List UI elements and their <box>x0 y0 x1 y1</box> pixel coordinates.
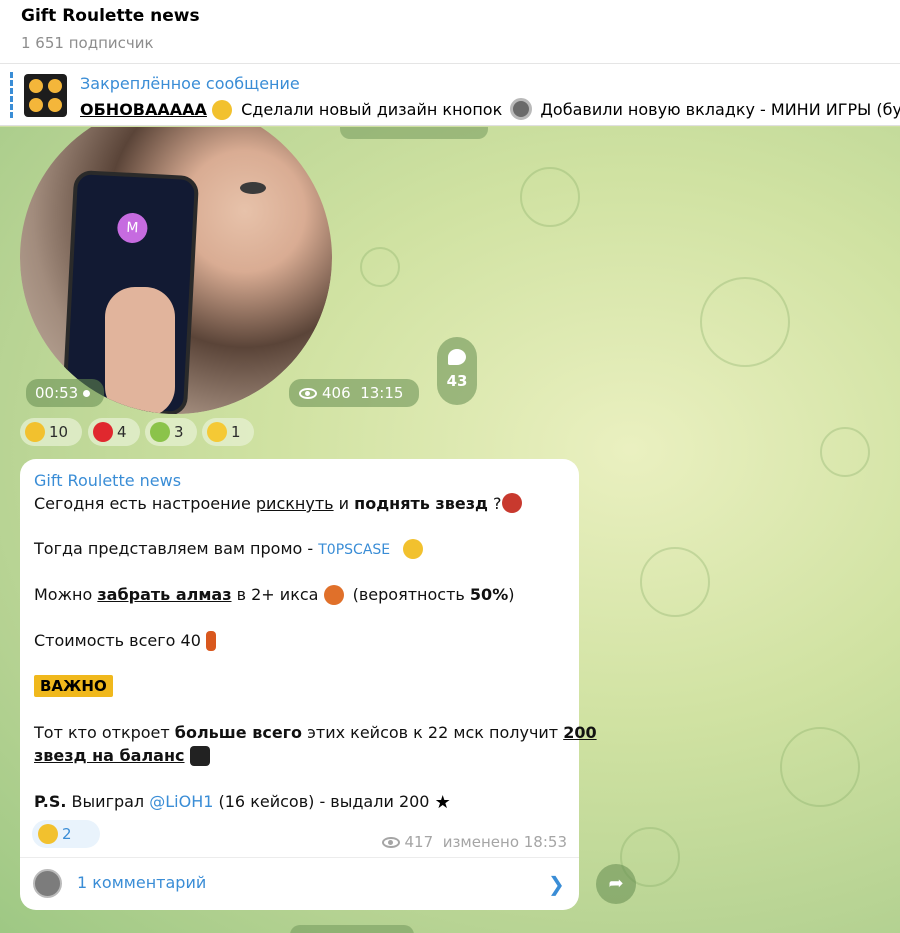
channel-title: Gift Roulette news <box>21 6 200 26</box>
reaction-yellow-duck[interactable]: 1 <box>202 418 254 446</box>
subscriber-count: 1 651 подписчик <box>21 34 154 52</box>
chevron-right-icon[interactable]: ❯ <box>548 872 565 896</box>
post-line-4: Стоимость всего 40 <box>34 631 220 651</box>
share-icon: ➦ <box>608 873 624 894</box>
promo-code[interactable]: T0PSCASE <box>318 542 390 558</box>
reaction-cool-duck[interactable]: 10 <box>20 418 82 446</box>
post-badge-line: ВАЖНО <box>34 675 113 697</box>
star-icon: ★ <box>434 792 451 813</box>
post-line-6: звезд на баланс <box>34 746 214 766</box>
video-duration: 00:53 <box>26 379 104 407</box>
post-reaction[interactable]: 2 <box>32 820 100 848</box>
pumpkin-icon <box>323 585 344 605</box>
comment-icon <box>448 349 466 365</box>
robot-emoji-icon <box>501 493 522 513</box>
video-comments-count: 43 <box>446 372 468 390</box>
video-comments-button[interactable]: 43 <box>437 337 477 405</box>
mention-link[interactable]: @LiOH1 <box>149 792 213 811</box>
avatar <box>33 869 62 898</box>
pinned-text: ОБНОВААААА Сделали новый дизайн кнопок Д… <box>80 98 900 120</box>
post-line-5: Тот кто откроет больше всего этих кейсов… <box>34 723 597 742</box>
share-button[interactable]: ➦ <box>596 864 636 904</box>
eyes-icon <box>189 746 210 766</box>
cool-duck-icon <box>403 539 424 559</box>
cool-duck-icon <box>38 824 58 844</box>
important-badge: ВАЖНО <box>34 675 113 697</box>
date-pill-stub <box>340 127 488 139</box>
duck-icon <box>207 422 227 442</box>
post-line-7: P.S. Выиграл @LiOH1 (16 кейсов) - выдали… <box>34 792 451 813</box>
post-line-3: Можно забрать алмаз в 2+ икса (вероятнос… <box>34 585 515 605</box>
pinned-indicator <box>10 72 13 118</box>
pinned-label: Закреплённое сообщение <box>80 74 300 93</box>
pinned-text-b: Добавили новую вкладку - МИНИ ИГРЫ (буду… <box>535 100 900 119</box>
pinned-message-bar[interactable]: Закреплённое сообщение ОБНОВААААА Сделал… <box>0 64 900 126</box>
pinned-bold: ОБНОВААААА <box>80 100 207 119</box>
views-icon <box>299 388 317 399</box>
candle-icon <box>205 631 216 651</box>
pinned-thumbnail <box>24 74 67 117</box>
gear-icon <box>510 98 533 120</box>
views-icon <box>381 837 400 848</box>
comments-row[interactable]: 1 комментарий ❯ <box>20 858 579 910</box>
post-line-2: Тогда представляем вам промо - T0PSCASE <box>34 539 427 559</box>
post-meta: 417 изменено 18:53 <box>381 833 567 851</box>
chat-header[interactable]: Gift Roulette news 1 651 подписчик <box>0 0 900 64</box>
playing-dot-icon <box>83 390 91 397</box>
reaction-heart[interactable]: 4 <box>88 418 140 446</box>
video-hand <box>105 287 175 414</box>
post-line-1: Сегодня есть настроение рискнуть и подня… <box>34 493 526 513</box>
heart-icon <box>93 422 113 442</box>
video-meta: 406 13:15 <box>289 379 419 407</box>
cool-face-icon <box>212 100 232 120</box>
video-time: 13:15 <box>360 384 404 402</box>
pinned-text-a: Сделали новый дизайн кнопок <box>236 100 508 119</box>
cool-duck-icon <box>25 422 45 442</box>
party-duck-icon <box>150 422 170 442</box>
video-views: 406 <box>322 384 351 402</box>
message-bubble[interactable]: Gift Roulette news Сегодня есть настроен… <box>20 459 597 910</box>
reaction-party-duck[interactable]: 3 <box>145 418 197 446</box>
date-pill-stub-bottom <box>290 925 414 933</box>
post-author[interactable]: Gift Roulette news <box>34 471 181 490</box>
comments-label[interactable]: 1 комментарий <box>77 873 206 892</box>
video-eye <box>240 182 266 194</box>
